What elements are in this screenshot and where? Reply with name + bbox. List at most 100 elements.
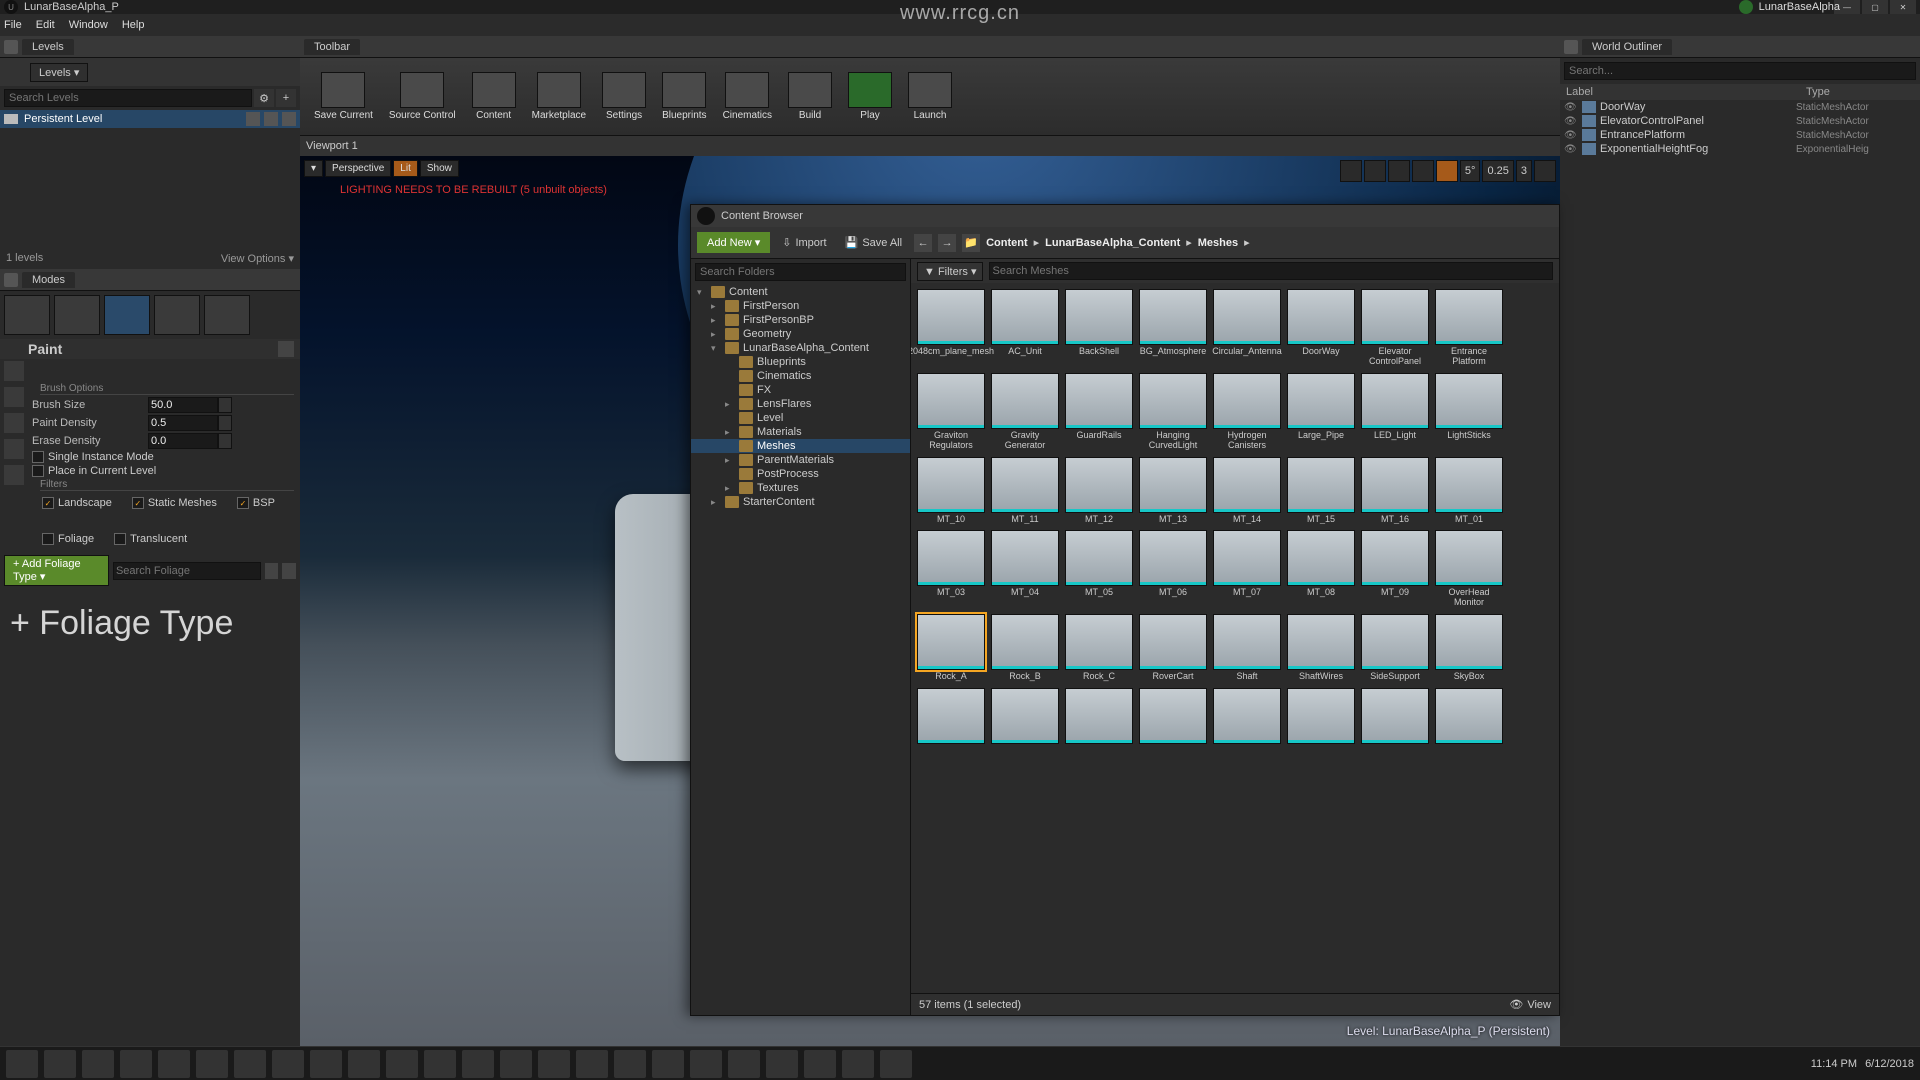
unreal-icon[interactable]	[880, 1050, 912, 1078]
tab-toolbar[interactable]: Toolbar	[304, 39, 360, 55]
paint-settings-icon[interactable]	[278, 341, 294, 357]
tool-lasso-icon[interactable]	[4, 413, 24, 433]
asset-item[interactable]: Graviton Regulators	[917, 373, 985, 451]
tool-select-icon[interactable]	[4, 387, 24, 407]
outliner-row[interactable]: 👁EntrancePlatformStaticMeshActor	[1560, 128, 1920, 142]
asset-item[interactable]: Elevator ControlPanel	[1361, 289, 1429, 367]
foliage-checkbox[interactable]	[42, 533, 54, 545]
asset-item[interactable]: Rock_C	[1065, 614, 1133, 682]
tree-item-textures[interactable]: ▸Textures	[691, 481, 910, 495]
search-meshes-input[interactable]	[989, 262, 1553, 280]
steam-icon[interactable]	[804, 1050, 836, 1078]
spinner-icon[interactable]	[218, 433, 232, 449]
app4-icon[interactable]	[500, 1050, 532, 1078]
grid-value[interactable]: 3	[1516, 160, 1532, 182]
tab-viewport[interactable]: Viewport 1	[306, 140, 358, 152]
asset-item[interactable]	[1361, 688, 1429, 746]
asset-item[interactable]: Rock_A	[917, 614, 985, 682]
view-button[interactable]: View	[1527, 999, 1551, 1011]
search-levels-input[interactable]	[4, 89, 252, 107]
show-button[interactable]: Show	[420, 160, 459, 177]
eye-icon[interactable]: 👁	[1564, 116, 1578, 127]
tab-content-browser[interactable]: Content Browser	[721, 210, 803, 222]
tree-item-firstpersonbp[interactable]: ▸FirstPersonBP	[691, 313, 910, 327]
app2-icon[interactable]	[424, 1050, 456, 1078]
coord-tool-icon[interactable]	[1364, 160, 1386, 182]
add-new-button[interactable]: Add New ▾	[697, 232, 770, 253]
mode-landscape-icon[interactable]	[104, 295, 150, 335]
levels-add-icon[interactable]	[94, 63, 112, 81]
tool-brush-icon[interactable]	[4, 361, 24, 381]
tree-item-fx[interactable]: FX	[691, 383, 910, 397]
spinner-icon[interactable]	[218, 397, 232, 413]
tray-time[interactable]: 11:14 PM	[1811, 1058, 1857, 1070]
user-avatar-icon[interactable]	[1739, 0, 1753, 14]
level-item-persistent[interactable]: Persistent Level	[0, 110, 300, 128]
app10-icon[interactable]	[766, 1050, 798, 1078]
tree-item-postprocess[interactable]: PostProcess	[691, 467, 910, 481]
save-icon[interactable]	[282, 112, 296, 126]
aftereffects-icon[interactable]	[386, 1050, 418, 1078]
eye-icon[interactable]: 👁	[1564, 130, 1578, 141]
crumb-content[interactable]: Content	[986, 237, 1028, 249]
asset-item[interactable]	[1139, 688, 1207, 746]
mode-place-icon[interactable]	[4, 295, 50, 335]
asset-item[interactable]: MT_04	[991, 530, 1059, 608]
asset-item[interactable]: LED_Light	[1361, 373, 1429, 451]
add-foliage-type-button[interactable]: + Add Foliage Type ▾	[4, 555, 109, 586]
lit-button[interactable]: Lit	[393, 160, 418, 177]
tree-item-blueprints[interactable]: Blueprints	[691, 355, 910, 369]
asset-item[interactable]: MT_08	[1287, 530, 1355, 608]
tree-item-lensflares[interactable]: ▸LensFlares	[691, 397, 910, 411]
menu-help[interactable]: Help	[122, 19, 145, 31]
crumb-meshes[interactable]: Meshes	[1198, 237, 1238, 249]
tree-item-lunarbasealpha_content[interactable]: ▾LunarBaseAlpha_Content	[691, 341, 910, 355]
mode-paint-icon[interactable]	[54, 295, 100, 335]
asset-item[interactable]: MT_05	[1065, 530, 1133, 608]
app6-icon[interactable]	[576, 1050, 608, 1078]
asset-item[interactable]: Gravity Generator	[991, 373, 1059, 451]
cinematics-button[interactable]: Cinematics	[717, 68, 778, 125]
asset-item[interactable]	[1435, 688, 1503, 746]
folder-icon[interactable]: 📁	[962, 234, 980, 252]
single-instance-checkbox[interactable]	[32, 451, 44, 463]
asset-item[interactable]: Hanging CurvedLight	[1139, 373, 1207, 451]
marketplace-button[interactable]: Marketplace	[526, 68, 592, 125]
tray-date[interactable]: 6/12/2018	[1865, 1058, 1914, 1070]
perspective-button[interactable]: Perspective	[325, 160, 391, 177]
asset-item[interactable]	[917, 688, 985, 746]
search-icon[interactable]	[265, 563, 279, 579]
photoshop-icon[interactable]	[348, 1050, 380, 1078]
menu-window[interactable]: Window	[69, 19, 108, 31]
outliner-col-label[interactable]: Label	[1560, 84, 1800, 100]
back-button[interactable]: ←	[914, 234, 932, 252]
content-button[interactable]: Content	[466, 68, 522, 125]
landscape-checkbox[interactable]	[42, 497, 54, 509]
tab-world-outliner[interactable]: World Outliner	[1582, 39, 1672, 55]
levels-menu-icon[interactable]	[6, 63, 24, 81]
search-add-icon[interactable]: +	[276, 89, 296, 107]
asset-item[interactable]: Entrance Platform	[1435, 289, 1503, 367]
tree-item-startercontent[interactable]: ▸StarterContent	[691, 495, 910, 509]
filters-button[interactable]: ▼ Filters ▾	[917, 262, 983, 281]
app11-icon[interactable]	[842, 1050, 874, 1078]
asset-item[interactable]: Shaft	[1213, 614, 1281, 682]
app-icon[interactable]	[234, 1050, 266, 1078]
asset-item[interactable]: SideSupport	[1361, 614, 1429, 682]
crumb-lunar[interactable]: LunarBaseAlpha_Content	[1045, 237, 1180, 249]
eye-icon[interactable]: 👁	[1564, 144, 1578, 155]
asset-item[interactable]: BG_Atmosphere	[1139, 289, 1207, 367]
start-button[interactable]	[6, 1050, 38, 1078]
erase-density-input[interactable]	[148, 433, 218, 449]
3dsmax2-icon[interactable]	[310, 1050, 342, 1078]
asset-item[interactable]: DoorWay	[1287, 289, 1355, 367]
asset-item[interactable]: Hydrogen Canisters	[1213, 373, 1281, 451]
chrome-icon[interactable]	[196, 1050, 228, 1078]
asset-item[interactable]: LightSticks	[1435, 373, 1503, 451]
tree-item-materials[interactable]: ▸Materials	[691, 425, 910, 439]
menu-file[interactable]: File	[4, 19, 22, 31]
brush-size-input[interactable]	[148, 397, 218, 413]
tool-fill-icon[interactable]	[4, 439, 24, 459]
asset-item[interactable]	[1065, 688, 1133, 746]
app7-icon[interactable]	[614, 1050, 646, 1078]
